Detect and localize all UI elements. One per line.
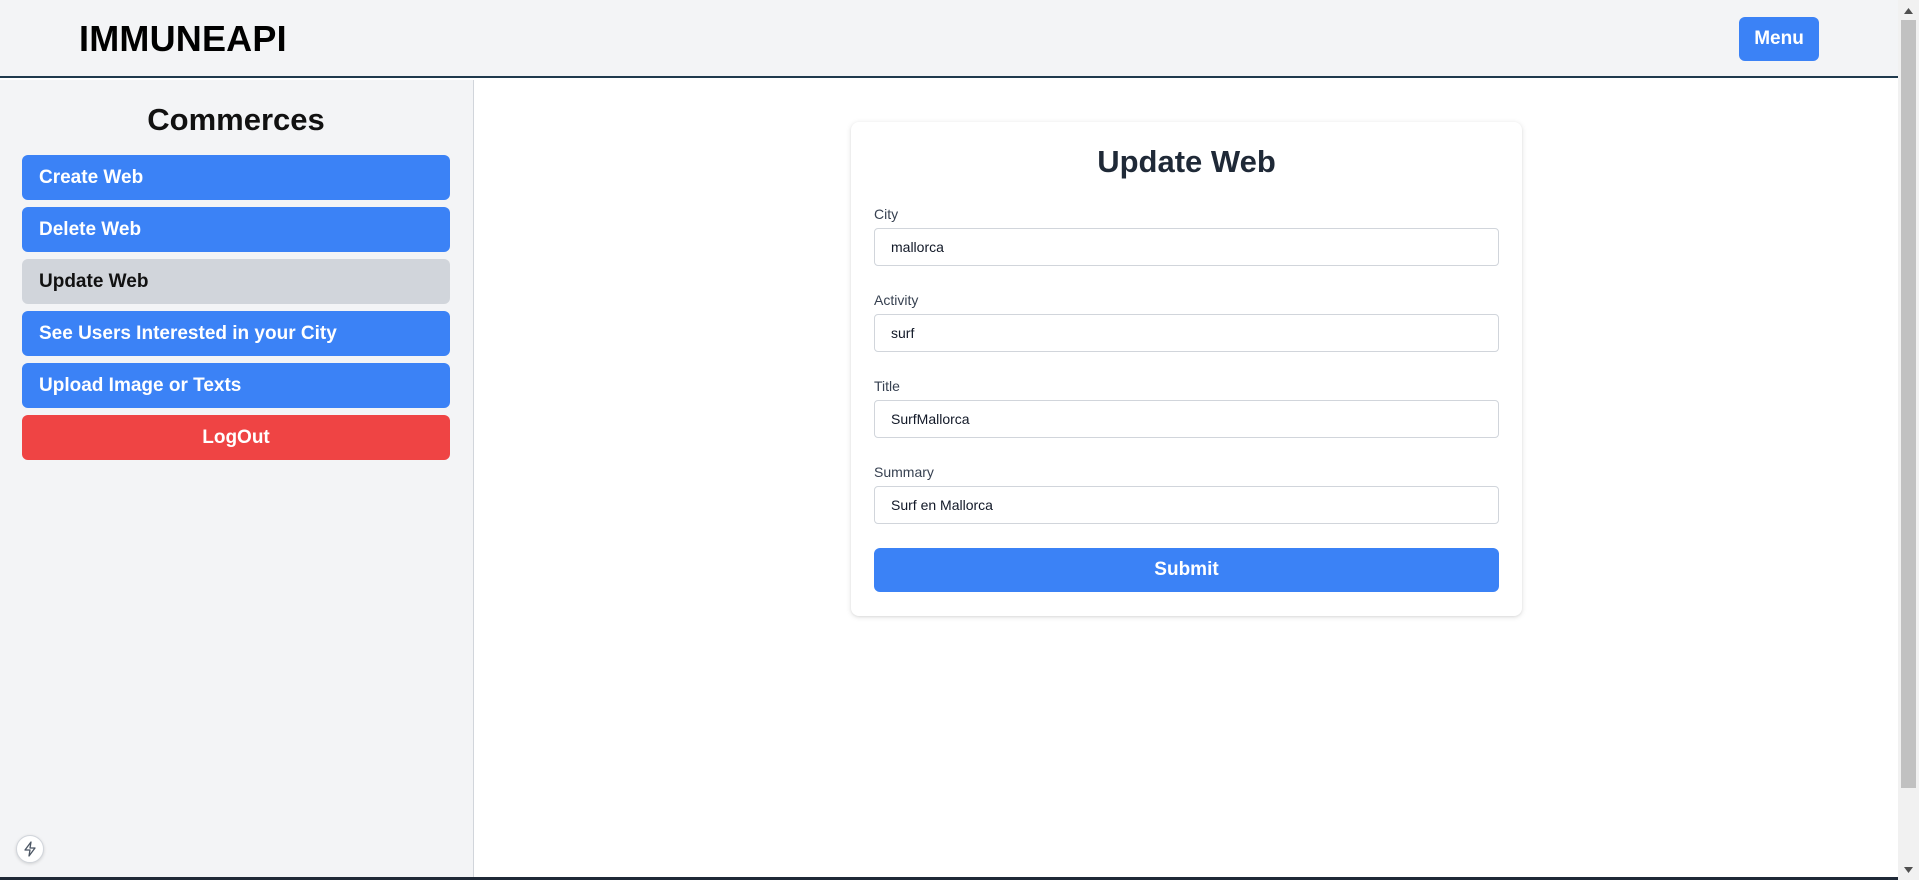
- scroll-down-arrow-icon[interactable]: [1898, 861, 1919, 878]
- city-input[interactable]: [874, 228, 1499, 266]
- bolt-glyph: [24, 841, 36, 857]
- logout-label: LogOut: [202, 426, 270, 448]
- sidebar-item-see-users[interactable]: See Users Interested in your City: [22, 311, 450, 356]
- sidebar-item-delete-web[interactable]: Delete Web: [22, 207, 450, 252]
- summary-input[interactable]: [874, 486, 1499, 524]
- scroll-down-glyph: [1904, 866, 1913, 873]
- scroll-up-arrow-icon[interactable]: [1898, 2, 1919, 19]
- vertical-scrollbar[interactable]: [1898, 0, 1919, 880]
- sidebar-item-label: See Users Interested in your City: [39, 322, 337, 344]
- sidebar-item-label: Delete Web: [39, 218, 142, 240]
- form-title: Update Web: [1097, 144, 1276, 179]
- sidebar: Commerces Create Web Delete Web Update W…: [0, 80, 474, 880]
- menu-button[interactable]: Menu: [1739, 17, 1819, 61]
- sidebar-item-upload[interactable]: Upload Image or Texts: [22, 363, 450, 408]
- sidebar-item-update-web[interactable]: Update Web: [22, 259, 450, 304]
- scroll-up-glyph: [1904, 7, 1913, 14]
- sidebar-item-label: Create Web: [39, 166, 144, 188]
- summary-label: Summary: [874, 464, 934, 480]
- title-label: Title: [874, 378, 900, 394]
- title-input[interactable]: [874, 400, 1499, 438]
- brand-logo[interactable]: IMMUNEAPI: [79, 18, 287, 60]
- activity-input[interactable]: [874, 314, 1499, 352]
- lightning-bolt-icon[interactable]: [16, 835, 44, 863]
- city-label: City: [874, 206, 899, 222]
- logout-button[interactable]: LogOut: [22, 415, 450, 460]
- sidebar-item-create-web[interactable]: Create Web: [22, 155, 450, 200]
- app-viewport: IMMUNEAPI Menu Commerces Create Web Dele…: [0, 0, 1898, 880]
- sidebar-item-label: Upload Image or Texts: [39, 374, 242, 396]
- top-header: IMMUNEAPI Menu: [0, 0, 1898, 78]
- scroll-thumb[interactable]: [1901, 20, 1916, 788]
- submit-button[interactable]: Submit: [874, 548, 1499, 592]
- sidebar-title: Commerces: [147, 102, 325, 137]
- update-web-card: Update Web City Activity Title Summary S…: [851, 122, 1522, 616]
- activity-label: Activity: [874, 292, 919, 308]
- sidebar-item-label: Update Web: [39, 270, 149, 292]
